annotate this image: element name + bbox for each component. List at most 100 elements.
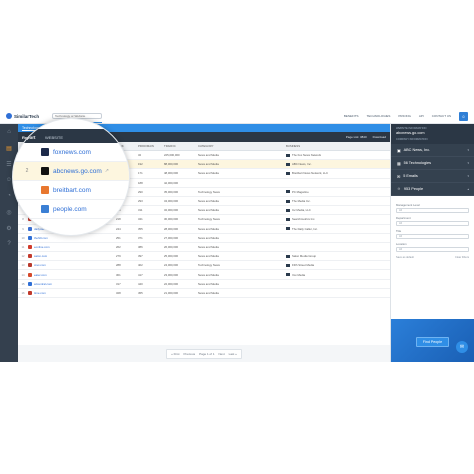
business-cell: Inc Media, LLC <box>286 208 366 212</box>
table-row[interactable]: 11 eonline.com 262 386 26,000,000 News and Me… <box>18 243 390 253</box>
section-emails[interactable]: ✉ 5 Emails ▾ <box>391 170 474 183</box>
nav-link-pricing[interactable]: PRICING <box>398 114 411 118</box>
section-technologies[interactable]: ▦ 56 Technologies ▾ <box>391 157 474 170</box>
website-link[interactable]: thehill.com <box>28 235 116 240</box>
website-name: cnet.com <box>34 263 46 268</box>
business-cell: Fifth Street Media <box>286 263 366 267</box>
domain-cell: 386 <box>138 244 143 249</box>
website-link[interactable]: eater.com <box>28 272 116 277</box>
title-select[interactable]: All <box>396 234 469 239</box>
website-info: WEBSITE INFORMATION abcnews.go.com COMPA… <box>391 124 474 144</box>
traffic-cell: 30,000,000 <box>164 217 178 222</box>
people-filters: Management Level All Department All Titl… <box>391 196 474 263</box>
section-technologies-label: 56 Technologies <box>403 161 431 165</box>
table-row[interactable]: 14 eater.com 301 417 23,000,000 News and Medi… <box>18 270 390 280</box>
department-select[interactable]: All <box>396 221 469 226</box>
traffic-cell: 42,000,000 <box>164 180 178 185</box>
save-default-link[interactable]: Save as default <box>396 256 414 259</box>
website-link[interactable]: time.com <box>28 290 116 295</box>
company-logo-icon <box>286 171 290 175</box>
nav-link-api[interactable]: API <box>419 114 424 118</box>
column-header-category[interactable]: CATEGORY <box>198 144 286 148</box>
magnifier-website-link[interactable]: breitbart.com <box>53 187 91 194</box>
table-row[interactable]: 12 salon.com 279 397 25,000,000 News and Medi… <box>18 252 390 262</box>
nav-link-technologies[interactable]: TECHNOLOGIES <box>367 114 391 118</box>
favicon-icon <box>28 244 32 249</box>
page-list-button[interactable]: Page List: 3840 <box>346 135 367 139</box>
management-level-select[interactable]: All <box>396 208 469 213</box>
magnifier-overlay: Report WEBSITE foxnews.com 2 abcnews.go.co… <box>12 118 130 236</box>
external-link-icon[interactable]: ↗ <box>105 168 109 174</box>
business-cell: The Fox News Network <box>286 153 366 157</box>
user-avatar[interactable]: ☺ <box>459 111 468 121</box>
filter-links: Save as default Clear Filters <box>396 256 469 259</box>
magnifier-website-link[interactable]: abcnews.go.com <box>53 168 102 175</box>
favicon-icon <box>28 272 32 277</box>
favicon-icon <box>41 167 49 175</box>
brand-logo[interactable]: SimilarTech <box>6 113 52 119</box>
download-button[interactable]: Download <box>373 135 386 139</box>
category-cell: News and Media <box>198 171 219 176</box>
filter-label-management: Management Level <box>396 203 420 207</box>
section-people[interactable]: ☺ 953 People ▴ <box>391 183 474 196</box>
website-link[interactable]: salon.com <box>28 254 116 259</box>
magnifier-website-link[interactable]: foxnews.com <box>53 149 91 156</box>
previous-page-button[interactable]: Previous <box>183 352 195 356</box>
filter-label-title: Title <box>396 229 402 233</box>
table-row[interactable]: 13 cnet.com 288 402 24,000,000 Technology New… <box>18 261 390 271</box>
domain-cell: 355 <box>138 226 143 231</box>
favicon-icon <box>28 281 32 286</box>
magnifier-row[interactable]: breitbart.com <box>13 181 129 200</box>
website-name: eater.com <box>34 272 47 277</box>
company-name: Searchmetrics Inc. <box>292 217 316 222</box>
clear-filters-link[interactable]: Clear Filters <box>455 256 469 259</box>
column-header-traffic[interactable]: TRAFFIC <box>164 144 198 148</box>
section-emails-label: 5 Emails <box>403 174 418 178</box>
row-index: 15 <box>21 281 25 286</box>
traffic-cell: 32,000,000 <box>164 208 178 213</box>
category-cell: News and Media <box>198 153 219 158</box>
row-index: 12 <box>21 254 25 259</box>
table-row[interactable]: 16 time.com 328 455 21,000,000 News and Media <box>18 289 390 298</box>
settings-icon[interactable]: ⚙ <box>0 220 18 236</box>
table-row[interactable]: 15 azcentral.com 317 440 22,000,000 News and … <box>18 280 390 289</box>
last-page-button[interactable]: Last » <box>229 352 237 356</box>
nav-link-benefits[interactable]: BENEFITS <box>344 114 359 118</box>
website-link[interactable]: eonline.com <box>28 244 116 249</box>
chevron-up-icon: ▴ <box>467 187 469 191</box>
first-page-button[interactable]: « First <box>171 352 179 356</box>
section-company[interactable]: ▣ ABC News, Inc. ▾ <box>391 144 474 157</box>
chevron-down-icon: ▾ <box>467 148 469 152</box>
magnifier-row[interactable]: 2 abcnews.go.com ↗ <box>13 162 129 181</box>
category-cell: News and Media <box>198 290 219 295</box>
business-cell: Vox Media <box>286 273 366 277</box>
category-cell: News and Media <box>198 208 219 213</box>
next-page-button[interactable]: Next <box>219 352 225 356</box>
column-header-domain[interactable]: PR/DOMAIN <box>138 144 164 148</box>
domain-cell: 417 <box>138 272 143 277</box>
website-link[interactable]: azcentral.com <box>28 281 116 286</box>
domain-cell: 293 <box>138 199 143 204</box>
traffic-cell: 48,000,000 <box>164 171 178 176</box>
company-logo-icon <box>286 273 290 277</box>
section-company-label: ABC News, Inc. <box>403 148 431 152</box>
brand-icon <box>6 113 12 119</box>
rank-cell: 244 <box>116 226 121 231</box>
location-select[interactable]: All <box>396 247 469 252</box>
traffic-cell: 22,000,000 <box>164 281 178 286</box>
magnifier-website-link[interactable]: people.com <box>53 206 87 213</box>
find-people-button[interactable]: Find People <box>415 337 450 347</box>
category-cell: News and Media <box>198 235 219 240</box>
rank-cell: 328 <box>116 290 121 295</box>
row-index: 11 <box>21 244 25 249</box>
website-link[interactable]: cnet.com <box>28 263 116 268</box>
nav-link-contact[interactable]: CONTACT US <box>432 114 451 118</box>
column-header-business[interactable]: BUSINESS <box>286 144 366 148</box>
magnifier-row[interactable]: foxnews.com <box>13 143 129 162</box>
company-name: Inc Media, LLC <box>292 208 311 213</box>
traffic-cell: 21,000,000 <box>164 290 178 295</box>
chat-icon[interactable]: ✉ <box>456 341 468 353</box>
help-icon[interactable]: ? <box>0 236 18 252</box>
chevron-down-icon: ▾ <box>467 174 469 178</box>
magnifier-row[interactable]: people.com <box>13 200 129 219</box>
